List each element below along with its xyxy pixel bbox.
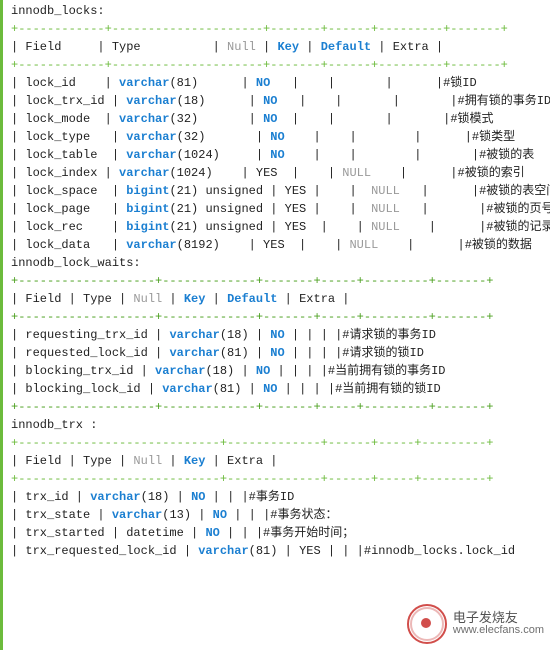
separator: +------------+---------------------+----…: [11, 20, 550, 38]
separator: +-------------------+-------------+-----…: [11, 308, 550, 326]
separator: +----------------------------+----------…: [11, 470, 550, 488]
table-row: | requested_lock_id | varchar(81) | NO |…: [11, 344, 550, 362]
separator: +-------------------+-------------+-----…: [11, 398, 550, 416]
table-row: | blocking_lock_id | varchar(81) | NO | …: [11, 380, 550, 398]
table-row: | lock_page | bigint(21) unsigned | YES …: [11, 200, 550, 218]
column-header-locks: | Field | Type | Null | Key | Default | …: [11, 38, 550, 56]
column-header-lockwaits: | Field | Type | Null | Key | Default | …: [11, 290, 550, 308]
table-row: | lock_id | varchar(81) | NO | | | |#锁ID: [11, 74, 550, 92]
table-row: | lock_rec | bigint(21) unsigned | YES |…: [11, 218, 550, 236]
separator: +----------------------------+----------…: [11, 434, 550, 452]
table-row: | lock_data | varchar(8192) | YES | | NU…: [11, 236, 550, 254]
table-row: | lock_table | varchar(1024) | NO | | | …: [11, 146, 550, 164]
column-header-trx: | Field | Type | Null | Key | Extra |: [11, 452, 550, 470]
watermark-url: www.elecfans.com: [453, 624, 544, 637]
separator: +------------+---------------------+----…: [11, 56, 550, 74]
watermark-logo-icon: [407, 604, 447, 644]
table-row: | lock_type | varchar(32) | NO | | | |#锁…: [11, 128, 550, 146]
table-row: | lock_mode | varchar(32) | NO | | | |#锁…: [11, 110, 550, 128]
table-name-lockwaits: innodb_lock_waits:: [11, 256, 141, 270]
table-row: | lock_trx_id | varchar(18) | NO | | | |…: [11, 92, 550, 110]
watermark: 电子发烧友 www.elecfans.com: [407, 604, 544, 644]
table-row: | trx_id | varchar(18) | NO | | |#事务ID: [11, 488, 550, 506]
table-row: | requesting_trx_id | varchar(18) | NO |…: [11, 326, 550, 344]
table-row: | lock_index | varchar(1024) | YES | | N…: [11, 164, 550, 182]
table-row: | trx_requested_lock_id | varchar(81) | …: [11, 542, 550, 560]
table-row: | blocking_trx_id | varchar(18) | NO | |…: [11, 362, 550, 380]
code-block: innodb_locks: +------------+------------…: [0, 0, 550, 650]
separator: +-------------------+-------------+-----…: [11, 272, 550, 290]
watermark-cn: 电子发烧友: [453, 611, 544, 624]
table-row: | trx_state | varchar(13) | NO | | |#事务状…: [11, 506, 550, 524]
table-row: | lock_space | bigint(21) unsigned | YES…: [11, 182, 550, 200]
table-name-trx: innodb_trx :: [11, 418, 97, 432]
table-row: | trx_started | datetime | NO | | |#事务开始…: [11, 524, 550, 542]
table-name-locks: innodb_locks:: [11, 4, 105, 18]
